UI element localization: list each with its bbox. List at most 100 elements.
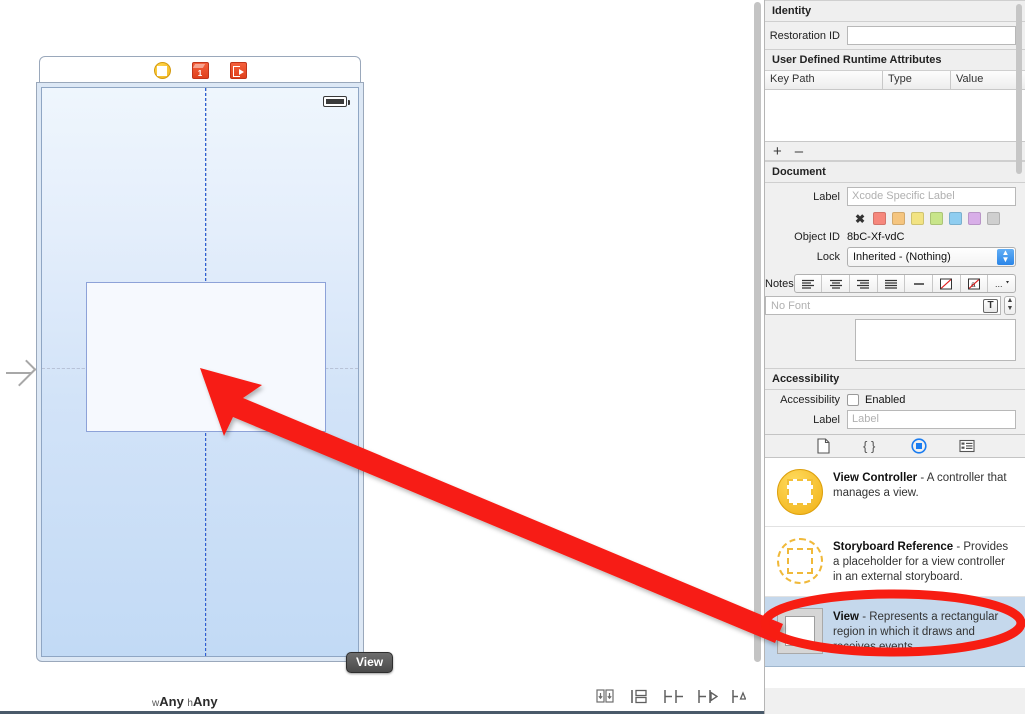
label-color-blue[interactable] [949, 212, 962, 225]
library-item-text: Storyboard Reference - Provides a placeh… [833, 538, 1015, 585]
view-name-badge: View [346, 652, 393, 673]
udra-table-footer: + – [765, 142, 1025, 161]
chevron-updown-icon: ▲▼ [997, 249, 1014, 265]
lock-row: Lock Inherited - (Nothing) ▲▼ [765, 246, 1025, 271]
library-item-storyboard-reference[interactable]: Storyboard Reference - Provides a placeh… [765, 527, 1025, 597]
canvas-vertical-scrollbar[interactable] [753, 2, 762, 682]
notes-label: Notes [765, 278, 794, 290]
restoration-id-label: Restoration ID [765, 30, 847, 42]
notes-font-field[interactable]: No Font T [765, 296, 1001, 315]
label-color-purple[interactable] [968, 212, 981, 225]
update-frames-icon[interactable] [596, 689, 616, 705]
size-class-w-value: Any [159, 694, 184, 709]
accessibility-enabled-label: Enabled [865, 394, 1016, 406]
align-left-icon[interactable] [795, 275, 823, 292]
text-color-icon[interactable] [933, 275, 961, 292]
pin-icon[interactable] [698, 689, 718, 705]
library-item-view-controller[interactable]: View Controller - A controller that mana… [765, 458, 1025, 527]
font-size-stepper[interactable]: ▲▼ [1004, 296, 1016, 315]
library-item-view[interactable]: View - Represents a rectangular region i… [765, 597, 1025, 667]
label-color-yellow[interactable] [911, 212, 924, 225]
document-label-input[interactable]: Xcode Specific Label [847, 187, 1016, 206]
udra-section-header: User Defined Runtime Attributes [765, 49, 1025, 71]
resolve-autolayout-issues-icon[interactable] [732, 689, 752, 705]
notes-textarea[interactable] [855, 319, 1016, 361]
lock-dropdown[interactable]: Inherited - (Nothing) ▲▼ [847, 247, 1016, 267]
xcode-interface-builder-window: 1 View wAny hAny [0, 0, 1025, 714]
list-icon[interactable] [905, 275, 933, 292]
udra-table[interactable]: Key Path Type Value [765, 71, 1025, 142]
view-controller-icon[interactable] [154, 62, 171, 79]
label-color-gray[interactable] [987, 212, 1000, 225]
lock-dropdown-value: Inherited - (Nothing) [853, 251, 951, 263]
accessibility-label: Accessibility [765, 394, 847, 406]
root-view[interactable] [41, 87, 359, 657]
scene-dock-toolbar[interactable]: 1 [39, 56, 361, 85]
accessibility-label-row: Label Label [765, 410, 1025, 434]
udra-col-value[interactable]: Value [951, 71, 1025, 89]
lock-label: Lock [765, 251, 847, 263]
view-icon [777, 608, 823, 654]
object-id-label: Object ID [765, 231, 847, 243]
text-background-color-icon[interactable]: a [961, 275, 989, 292]
library-item-title: View [833, 611, 859, 623]
label-color-swatches[interactable]: ✖ [765, 210, 1025, 230]
udra-table-header: Key Path Type Value [765, 71, 1025, 90]
inspector-vertical-scrollbar[interactable] [1016, 4, 1024, 174]
font-panel-icon[interactable]: T [983, 299, 998, 313]
view-controller-icon [777, 469, 823, 515]
identity-inspector-panel[interactable]: Identity Restoration ID User Defined Run… [764, 0, 1025, 714]
accessibility-section-header: Accessibility [765, 368, 1025, 390]
canvas-scrollbar-thumb[interactable] [754, 2, 761, 662]
storyboard-canvas[interactable]: 1 View wAny hAny [0, 0, 764, 714]
align-icon[interactable] [664, 689, 684, 705]
restoration-id-input[interactable] [847, 26, 1016, 45]
align-center-icon[interactable] [822, 275, 850, 292]
file-template-library-icon[interactable] [814, 438, 832, 454]
embed-in-icon[interactable] [630, 689, 650, 705]
udra-add-button[interactable]: + [773, 144, 782, 159]
label-color-red[interactable] [873, 212, 886, 225]
dropped-view-rectangle[interactable] [86, 282, 326, 432]
notes-format-toolbar[interactable]: a ... [794, 274, 1016, 293]
udra-col-key-path[interactable]: Key Path [765, 71, 883, 89]
align-right-icon[interactable] [850, 275, 878, 292]
object-library-list[interactable]: View Controller - A controller that mana… [765, 458, 1025, 688]
object-id-row: Object ID 8bC-Xf-vdC [765, 230, 1025, 246]
autolayout-toolbar[interactable] [596, 689, 752, 705]
device-frame[interactable] [36, 82, 364, 662]
first-responder-icon[interactable]: 1 [192, 62, 209, 79]
first-responder-glyph: 1 [198, 70, 202, 78]
media-library-icon[interactable] [958, 438, 976, 454]
label-color-orange[interactable] [892, 212, 905, 225]
accessibility-enabled-checkbox[interactable] [847, 394, 859, 406]
document-section-header: Document [765, 161, 1025, 183]
more-options-icon[interactable]: ... [988, 275, 1015, 292]
label-color-green[interactable] [930, 212, 943, 225]
accessibility-label-input[interactable]: Label [847, 410, 1016, 429]
library-item-title: View Controller [833, 472, 917, 484]
udra-col-type[interactable]: Type [883, 71, 951, 89]
size-class-indicator[interactable]: wAny hAny [152, 694, 218, 709]
accessibility-enabled-row: Accessibility Enabled [765, 390, 1025, 410]
notes-font-value: No Font [771, 300, 810, 312]
udra-remove-button[interactable]: – [795, 144, 803, 159]
initial-view-controller-arrow-icon [6, 358, 38, 388]
align-justify-icon[interactable] [878, 275, 906, 292]
notes-row: Notes [765, 271, 1025, 296]
document-label-label: Label [765, 191, 847, 203]
library-item-text: View Controller - A controller that mana… [833, 469, 1015, 501]
object-library-icon[interactable] [910, 438, 928, 454]
inspector-scrollbar-thumb[interactable] [1016, 4, 1022, 174]
library-tab-bar[interactable]: { } [765, 434, 1025, 458]
svg-text:...: ... [995, 279, 1003, 289]
battery-icon [323, 96, 347, 107]
code-snippet-library-icon[interactable]: { } [862, 438, 880, 454]
exit-icon[interactable] [230, 62, 247, 79]
storyboard-reference-icon [777, 538, 823, 584]
udra-table-body[interactable] [765, 90, 1025, 142]
library-item-text: View - Represents a rectangular region i… [833, 608, 1015, 655]
view-controller-scene[interactable]: 1 [36, 56, 364, 662]
library-item-title: Storyboard Reference [833, 541, 953, 553]
clear-label-color-button[interactable]: ✖ [855, 213, 867, 225]
